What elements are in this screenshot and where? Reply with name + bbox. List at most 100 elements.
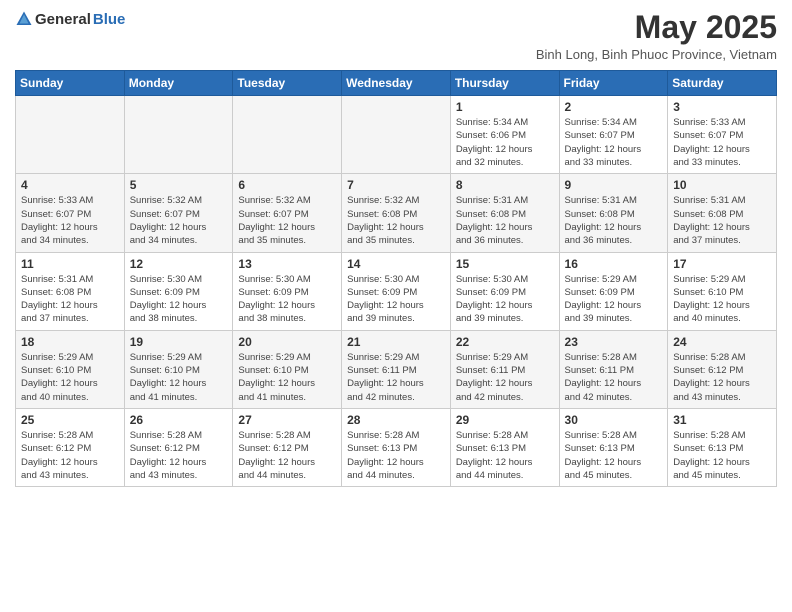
day-number: 18 — [21, 335, 119, 349]
day-number: 16 — [565, 257, 663, 271]
calendar-cell: 23 Sunrise: 5:28 AMSunset: 6:11 PMDayligh… — [559, 330, 668, 408]
day-info: Sunrise: 5:30 AMSunset: 6:09 PMDaylight:… — [130, 273, 228, 326]
day-number: 5 — [130, 178, 228, 192]
day-number: 11 — [21, 257, 119, 271]
calendar-header-wednesday: Wednesday — [342, 71, 451, 96]
day-number: 26 — [130, 413, 228, 427]
calendar-cell: 19 Sunrise: 5:29 AMSunset: 6:10 PMDayligh… — [124, 330, 233, 408]
calendar-cell: 17 Sunrise: 5:29 AMSunset: 6:10 PMDayligh… — [668, 252, 777, 330]
day-info: Sunrise: 5:28 AMSunset: 6:12 PMDaylight:… — [238, 429, 336, 482]
day-info: Sunrise: 5:33 AMSunset: 6:07 PMDaylight:… — [673, 116, 771, 169]
calendar-cell: 21Sunrise: 5:29 AMSunset: 6:11 PMDayligh… — [342, 330, 451, 408]
day-number: 31 — [673, 413, 771, 427]
calendar-week-row: 25Sunrise: 5:28 AMSunset: 6:12 PMDayligh… — [16, 408, 777, 486]
day-info: Sunrise: 5:29 AMSunset: 6:09 PMDaylight:… — [565, 273, 663, 326]
day-number: 1 — [456, 100, 554, 114]
day-number: 22 — [456, 335, 554, 349]
day-info: Sunrise: 5:31 AMSunset: 6:08 PMDaylight:… — [21, 273, 119, 326]
day-number: 12 — [130, 257, 228, 271]
calendar-cell: 27 Sunrise: 5:28 AMSunset: 6:12 PMDayligh… — [233, 408, 342, 486]
logo-blue-text: Blue — [93, 11, 126, 28]
calendar-header-friday: Friday — [559, 71, 668, 96]
calendar-cell: 28Sunrise: 5:28 AMSunset: 6:13 PMDayligh… — [342, 408, 451, 486]
title-area: May 2025 Binh Long, Binh Phuoc Province,… — [536, 10, 777, 62]
day-number: 29 — [456, 413, 554, 427]
day-info: Sunrise: 5:29 AMSunset: 6:10 PMDaylight:… — [673, 273, 771, 326]
calendar-cell: 22 Sunrise: 5:29 AMSunset: 6:11 PMDayligh… — [450, 330, 559, 408]
day-number: 24 — [673, 335, 771, 349]
day-info: Sunrise: 5:32 AMSunset: 6:07 PMDaylight:… — [130, 194, 228, 247]
day-info: Sunrise: 5:31 AMSunset: 6:08 PMDaylight:… — [673, 194, 771, 247]
calendar-header-saturday: Saturday — [668, 71, 777, 96]
day-info: Sunrise: 5:30 AMSunset: 6:09 PMDaylight:… — [238, 273, 336, 326]
day-info: Sunrise: 5:29 AMSunset: 6:10 PMDaylight:… — [238, 351, 336, 404]
calendar-cell: 26 Sunrise: 5:28 AMSunset: 6:12 PMDayligh… — [124, 408, 233, 486]
calendar-week-row: 18 Sunrise: 5:29 AMSunset: 6:10 PMDayligh… — [16, 330, 777, 408]
logo: GeneralBlue — [15, 10, 125, 28]
logo-area: GeneralBlue — [15, 10, 125, 28]
day-info: Sunrise: 5:28 AMSunset: 6:12 PMDaylight:… — [21, 429, 119, 482]
day-info: Sunrise: 5:34 AMSunset: 6:07 PMDaylight:… — [565, 116, 663, 169]
day-number: 3 — [673, 100, 771, 114]
day-number: 6 — [238, 178, 336, 192]
day-info: Sunrise: 5:29 AMSunset: 6:10 PMDaylight:… — [130, 351, 228, 404]
day-info: Sunrise: 5:32 AMSunset: 6:08 PMDaylight:… — [347, 194, 445, 247]
day-info: Sunrise: 5:29 AMSunset: 6:11 PMDaylight:… — [456, 351, 554, 404]
logo-general-text: General — [35, 11, 91, 28]
calendar-cell: 14Sunrise: 5:30 AMSunset: 6:09 PMDayligh… — [342, 252, 451, 330]
day-info: Sunrise: 5:31 AMSunset: 6:08 PMDaylight:… — [565, 194, 663, 247]
day-number: 4 — [21, 178, 119, 192]
calendar-cell: 8Sunrise: 5:31 AMSunset: 6:08 PMDaylight… — [450, 174, 559, 252]
header: GeneralBlue May 2025 Binh Long, Binh Phu… — [15, 10, 777, 62]
calendar-cell: 5 Sunrise: 5:32 AMSunset: 6:07 PMDaylight… — [124, 174, 233, 252]
day-number: 19 — [130, 335, 228, 349]
calendar-header-thursday: Thursday — [450, 71, 559, 96]
calendar-week-row: 1Sunrise: 5:34 AMSunset: 6:06 PMDaylight… — [16, 96, 777, 174]
day-info: Sunrise: 5:32 AMSunset: 6:07 PMDaylight:… — [238, 194, 336, 247]
calendar-cell: 7 Sunrise: 5:32 AMSunset: 6:08 PMDaylight… — [342, 174, 451, 252]
calendar-cell — [16, 96, 125, 174]
day-info: Sunrise: 5:28 AMSunset: 6:13 PMDaylight:… — [347, 429, 445, 482]
calendar-cell: 10Sunrise: 5:31 AMSunset: 6:08 PMDayligh… — [668, 174, 777, 252]
calendar-cell: 29 Sunrise: 5:28 AMSunset: 6:13 PMDayligh… — [450, 408, 559, 486]
calendar-table: SundayMondayTuesdayWednesdayThursdayFrid… — [15, 70, 777, 487]
day-info: Sunrise: 5:28 AMSunset: 6:11 PMDaylight:… — [565, 351, 663, 404]
calendar-cell: 9 Sunrise: 5:31 AMSunset: 6:08 PMDaylight… — [559, 174, 668, 252]
calendar-cell: 4Sunrise: 5:33 AMSunset: 6:07 PMDaylight… — [16, 174, 125, 252]
day-number: 30 — [565, 413, 663, 427]
day-info: Sunrise: 5:30 AMSunset: 6:09 PMDaylight:… — [456, 273, 554, 326]
calendar-cell: 12 Sunrise: 5:30 AMSunset: 6:09 PMDayligh… — [124, 252, 233, 330]
day-number: 21 — [347, 335, 445, 349]
calendar-week-row: 4Sunrise: 5:33 AMSunset: 6:07 PMDaylight… — [16, 174, 777, 252]
calendar-cell — [342, 96, 451, 174]
page: GeneralBlue May 2025 Binh Long, Binh Phu… — [0, 0, 792, 612]
day-info: Sunrise: 5:28 AMSunset: 6:13 PMDaylight:… — [456, 429, 554, 482]
calendar-cell: 18Sunrise: 5:29 AMSunset: 6:10 PMDayligh… — [16, 330, 125, 408]
calendar-cell: 20 Sunrise: 5:29 AMSunset: 6:10 PMDayligh… — [233, 330, 342, 408]
calendar-cell: 24 Sunrise: 5:28 AMSunset: 6:12 PMDayligh… — [668, 330, 777, 408]
day-number: 9 — [565, 178, 663, 192]
day-number: 23 — [565, 335, 663, 349]
calendar-cell — [233, 96, 342, 174]
day-number: 27 — [238, 413, 336, 427]
subtitle: Binh Long, Binh Phuoc Province, Vietnam — [536, 47, 777, 62]
calendar-header-row: SundayMondayTuesdayWednesdayThursdayFrid… — [16, 71, 777, 96]
calendar-cell: 25Sunrise: 5:28 AMSunset: 6:12 PMDayligh… — [16, 408, 125, 486]
day-number: 17 — [673, 257, 771, 271]
calendar-week-row: 11 Sunrise: 5:31 AMSunset: 6:08 PMDayligh… — [16, 252, 777, 330]
main-title: May 2025 — [536, 10, 777, 45]
calendar-cell: 3 Sunrise: 5:33 AMSunset: 6:07 PMDaylight… — [668, 96, 777, 174]
day-info: Sunrise: 5:28 AMSunset: 6:12 PMDaylight:… — [673, 351, 771, 404]
calendar-cell: 15Sunrise: 5:30 AMSunset: 6:09 PMDayligh… — [450, 252, 559, 330]
calendar-cell: 11 Sunrise: 5:31 AMSunset: 6:08 PMDayligh… — [16, 252, 125, 330]
calendar-header-sunday: Sunday — [16, 71, 125, 96]
day-info: Sunrise: 5:28 AMSunset: 6:13 PMDaylight:… — [673, 429, 771, 482]
day-number: 7 — [347, 178, 445, 192]
day-number: 20 — [238, 335, 336, 349]
calendar-cell: 30Sunrise: 5:28 AMSunset: 6:13 PMDayligh… — [559, 408, 668, 486]
calendar-cell: 13Sunrise: 5:30 AMSunset: 6:09 PMDayligh… — [233, 252, 342, 330]
calendar-cell: 1Sunrise: 5:34 AMSunset: 6:06 PMDaylight… — [450, 96, 559, 174]
day-info: Sunrise: 5:28 AMSunset: 6:12 PMDaylight:… — [130, 429, 228, 482]
logo-icon — [15, 10, 33, 28]
day-number: 2 — [565, 100, 663, 114]
